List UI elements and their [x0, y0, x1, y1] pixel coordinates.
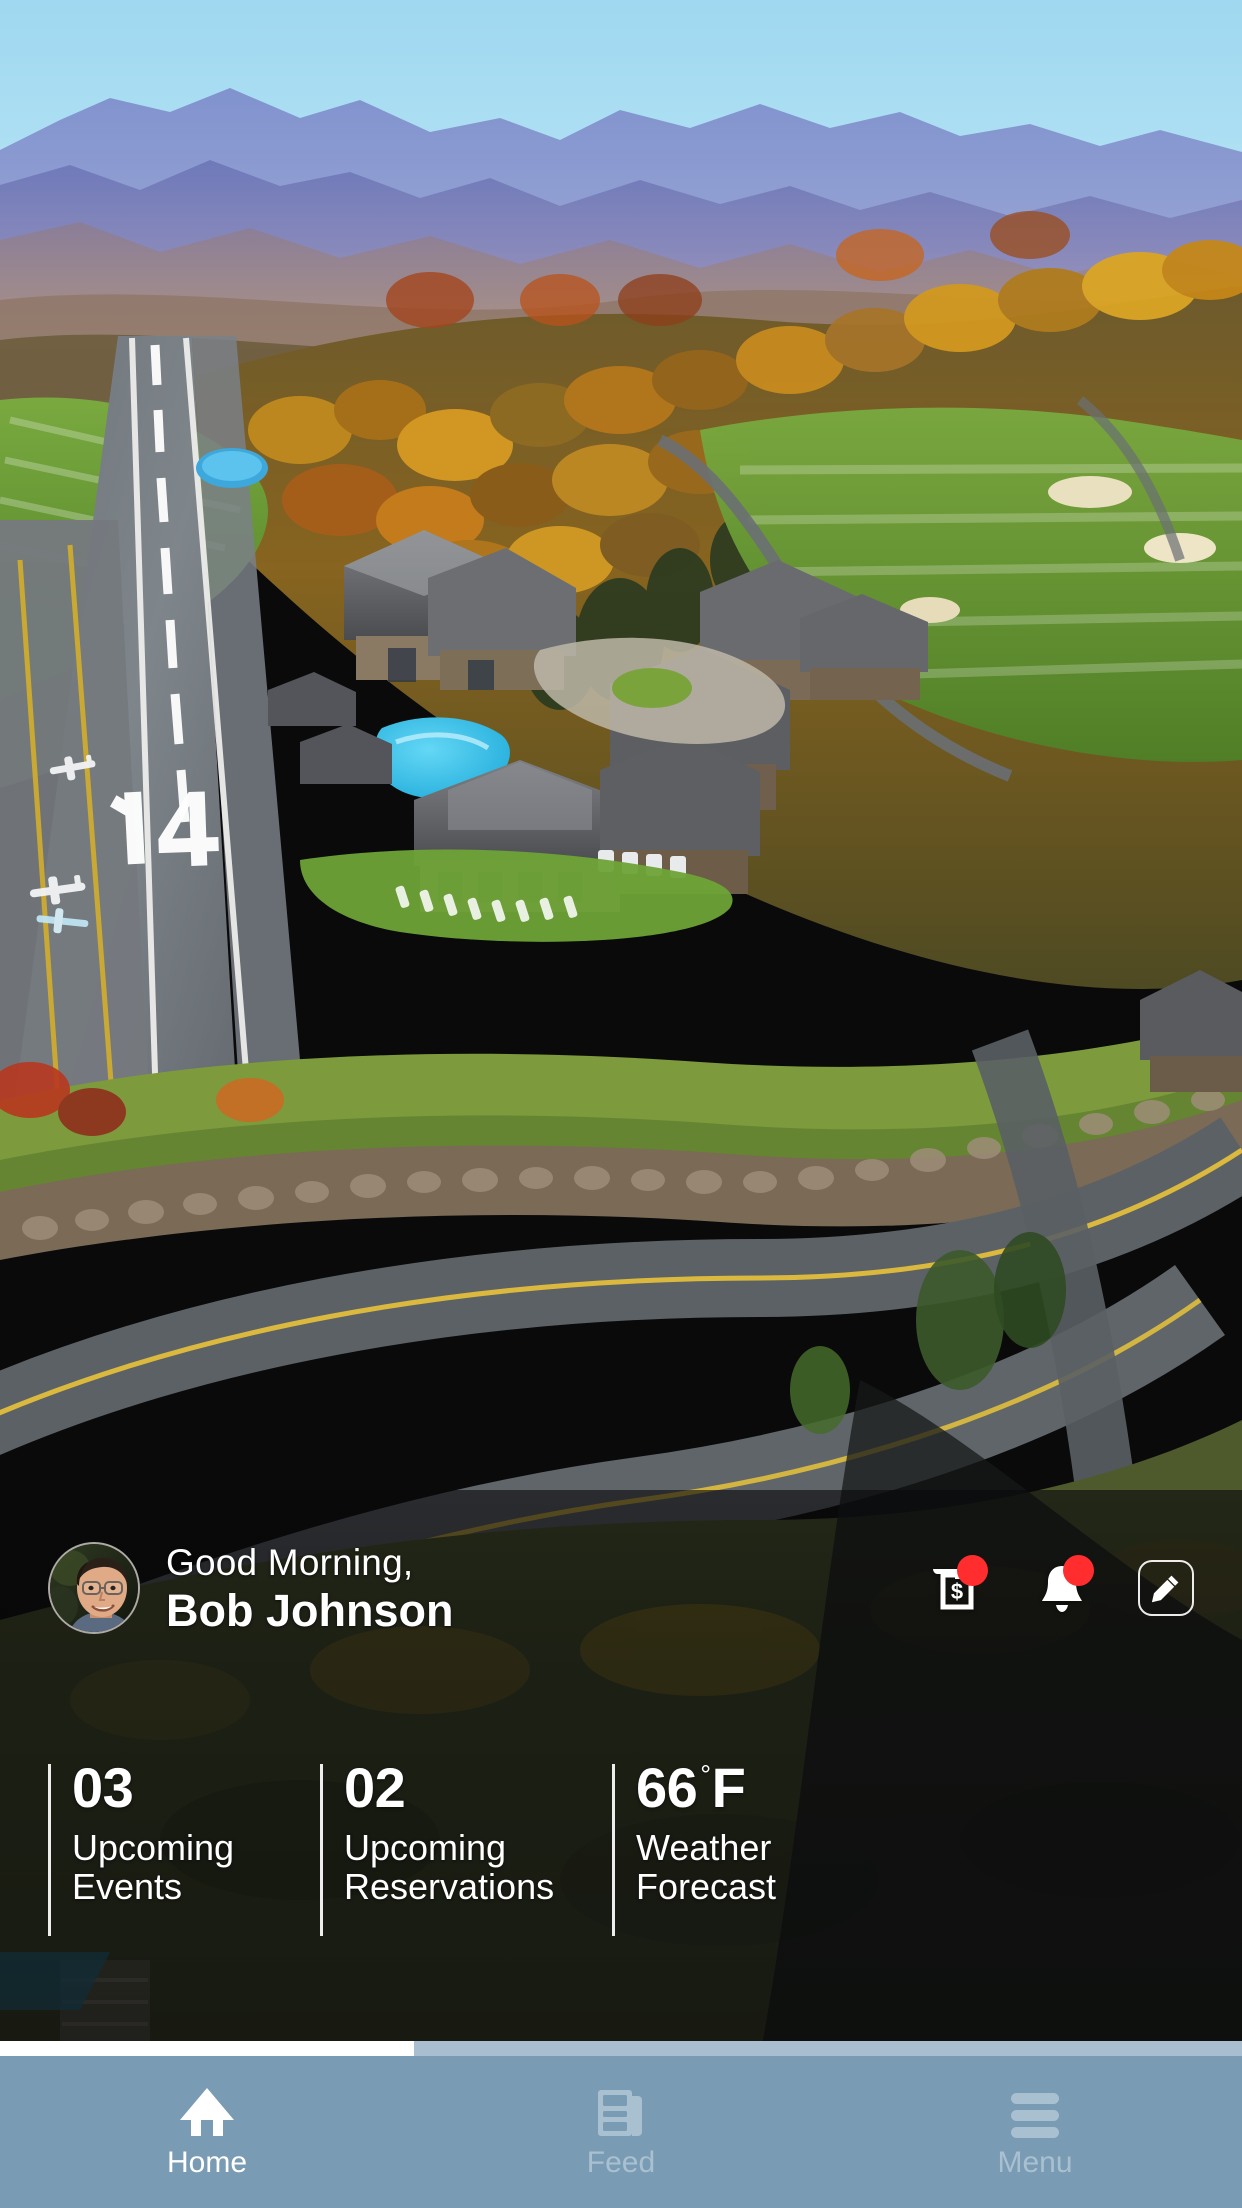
nav-label-home: Home: [166, 2146, 248, 2179]
notifications-button[interactable]: [1032, 1555, 1094, 1618]
nav-item-menu[interactable]: Menu: [828, 2056, 1242, 2208]
stat-value: 66 ° F: [636, 1756, 746, 1819]
billing-button[interactable]: $: [926, 1555, 988, 1618]
stat-label: Weather Forecast: [636, 1827, 777, 1907]
notifications-badge: [1063, 1555, 1094, 1586]
stats-row: 03 Upcoming Events 02 Upcoming Reservati…: [0, 1760, 1242, 1940]
greeting-text: Good Morning, Bob Johnson: [166, 1544, 453, 1633]
greeting-salutation: Good Morning,: [166, 1541, 414, 1583]
nav-progress-fill: [0, 2041, 414, 2056]
greeting-username: Bob Johnson: [166, 1584, 454, 1636]
degree-symbol: °: [700, 1760, 711, 1790]
nav-label-menu: Menu: [997, 2146, 1073, 2179]
nav-item-home[interactable]: Home: [0, 2056, 414, 2208]
newspaper-icon: [596, 2086, 646, 2138]
hamburger-icon: [1009, 2086, 1061, 2138]
svg-text:$: $: [951, 1579, 963, 1604]
stat-value: 02: [344, 1756, 406, 1819]
stat-label: Upcoming Reservations: [344, 1827, 555, 1907]
avatar[interactable]: [48, 1542, 140, 1634]
temperature-unit: F: [711, 1756, 746, 1819]
nav-progress-indicator: [0, 2041, 1242, 2056]
stat-upcoming-events[interactable]: 03 Upcoming Events: [48, 1760, 320, 1940]
app-screen: Good Morning, Bob Johnson $ 03 Upcoming …: [0, 0, 1242, 2208]
stat-upcoming-reservations[interactable]: 02 Upcoming Reservations: [320, 1760, 612, 1940]
home-icon: [177, 2086, 237, 2138]
bottom-navigation: Home Feed Menu: [0, 2041, 1242, 2208]
stat-label: Upcoming Events: [72, 1827, 235, 1907]
stat-value: 03: [72, 1756, 134, 1819]
header-actions: $: [926, 1555, 1194, 1618]
billing-badge: [957, 1555, 988, 1586]
nav-item-feed[interactable]: Feed: [414, 2056, 828, 2208]
stat-weather-forecast[interactable]: 66 ° F Weather Forecast: [612, 1760, 776, 1940]
greeting-header: Good Morning, Bob Johnson $: [0, 1528, 1242, 1648]
pencil-icon: [1151, 1575, 1179, 1603]
background-photo: [0, 0, 1242, 2056]
nav-label-feed: Feed: [586, 2146, 656, 2179]
edit-button[interactable]: [1138, 1560, 1194, 1616]
